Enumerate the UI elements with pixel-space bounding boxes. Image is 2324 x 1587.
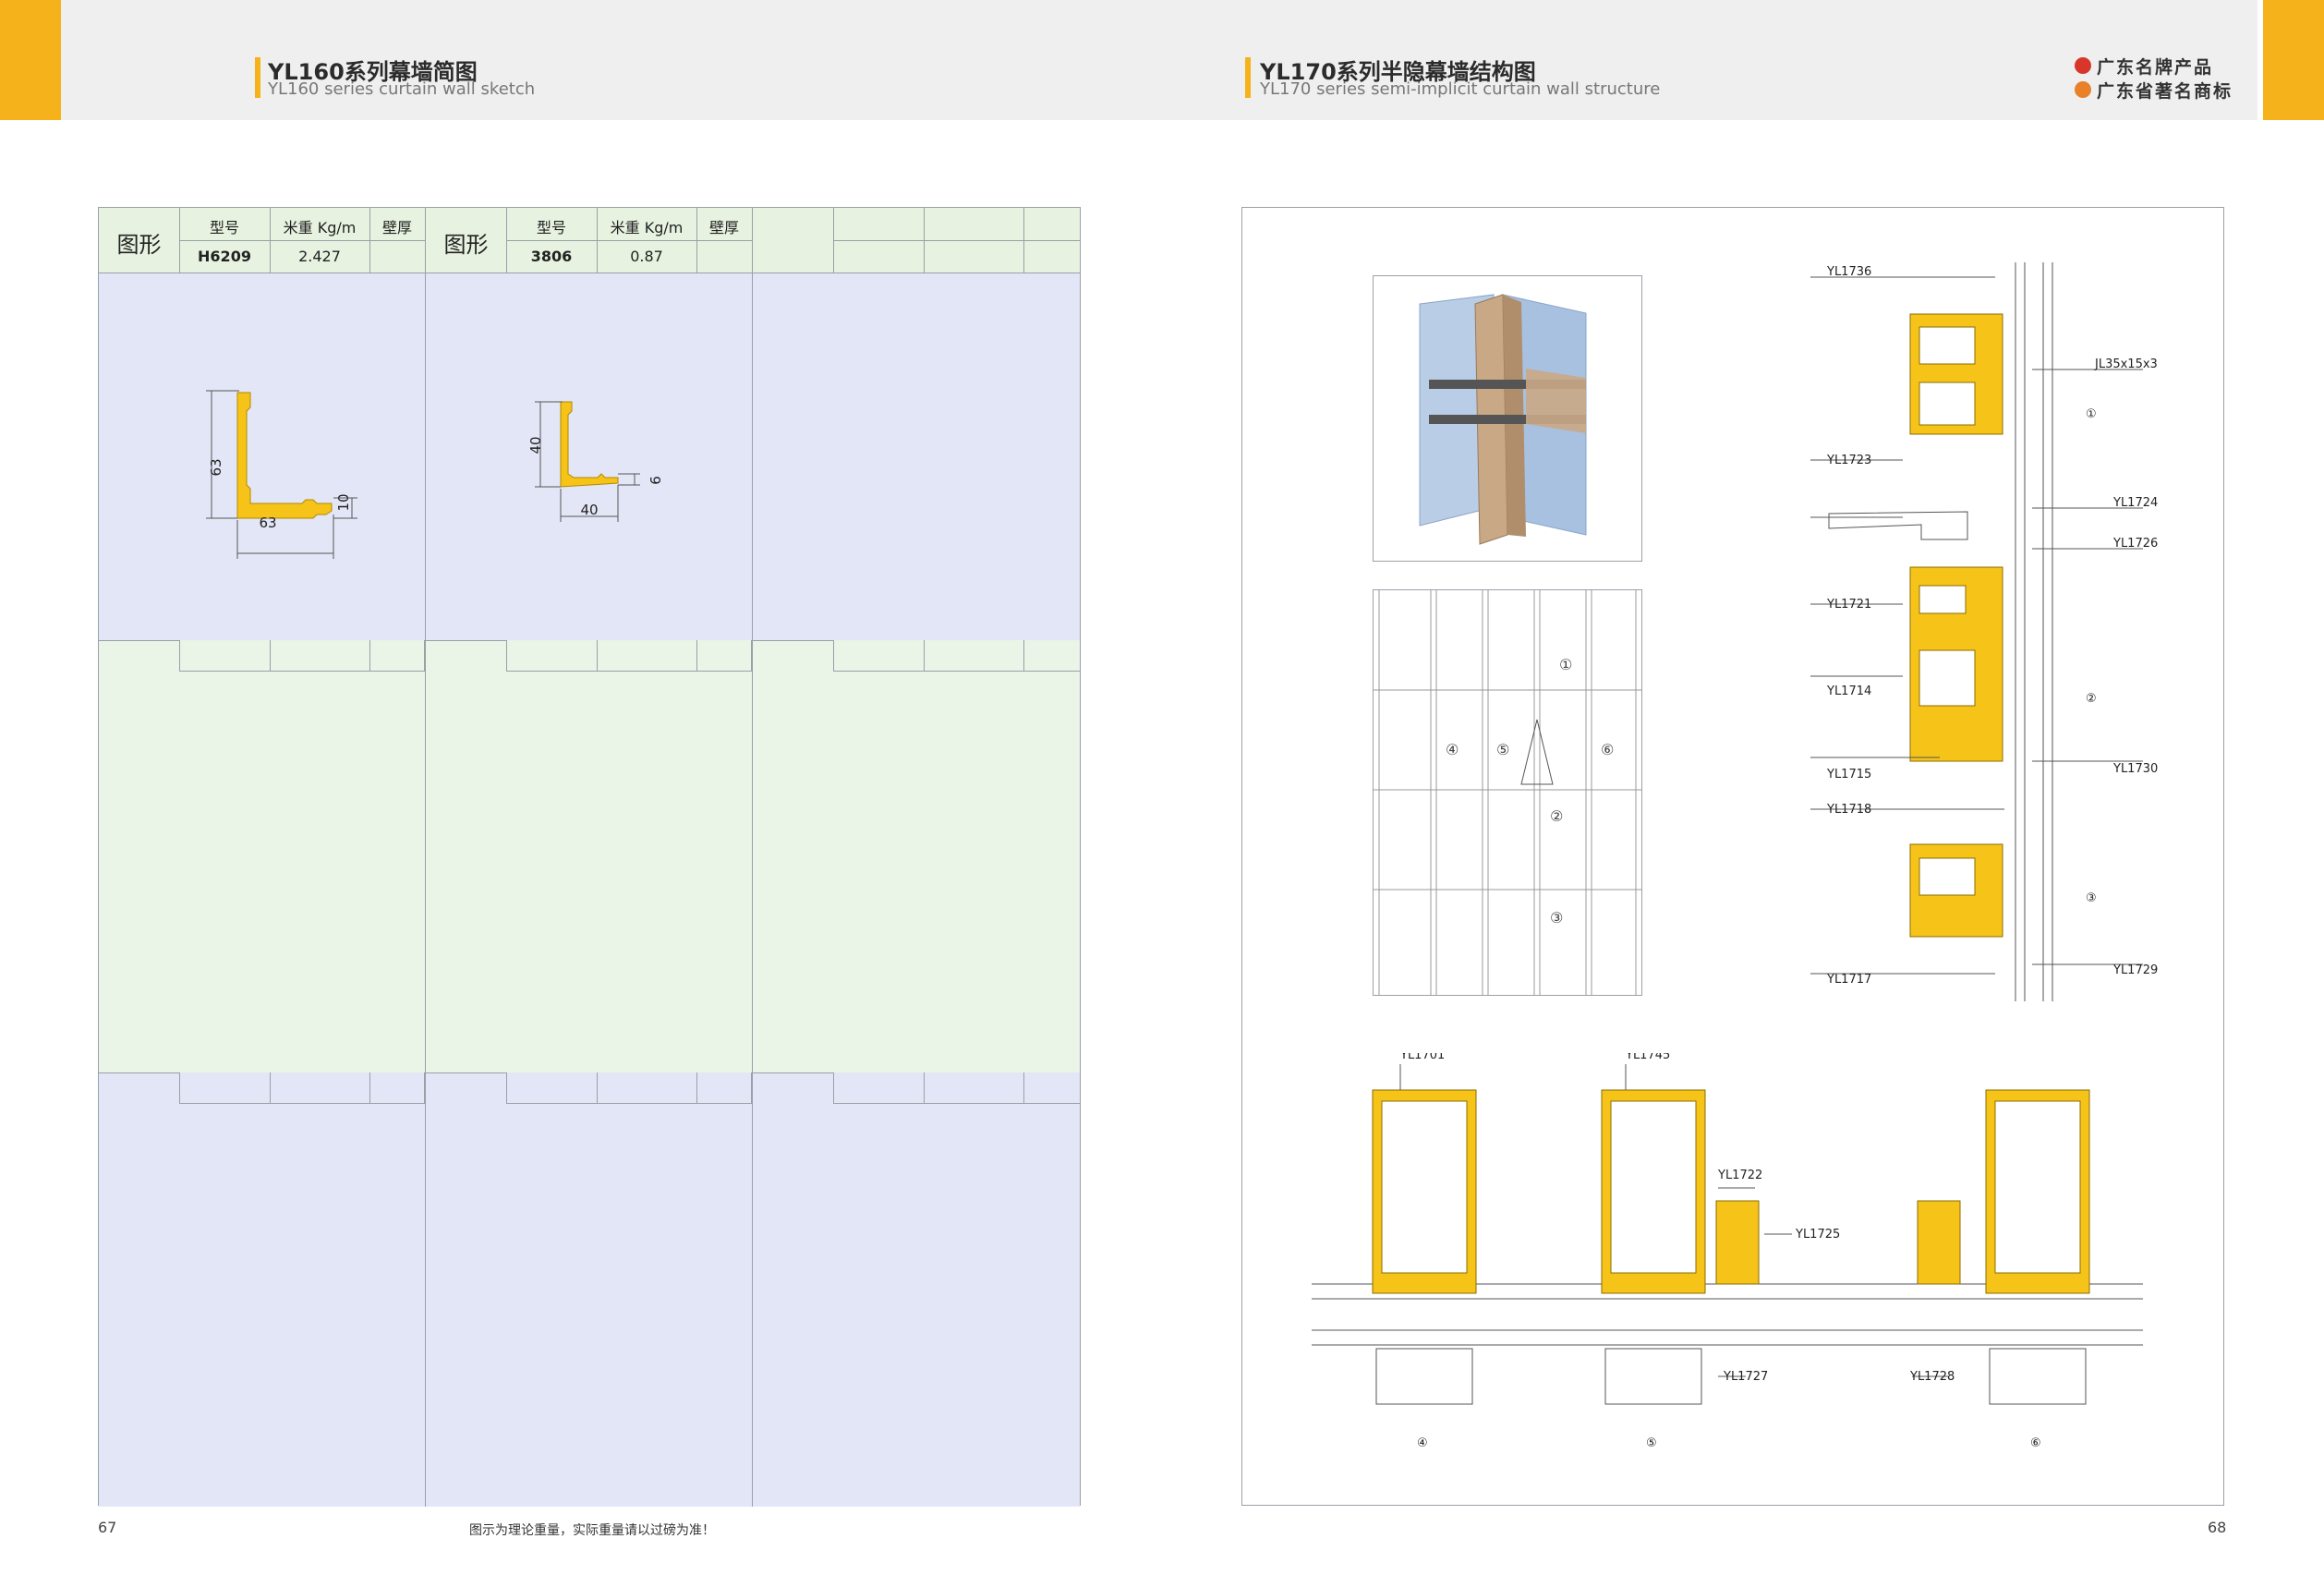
curtain-wall-3d-photo: [1373, 275, 1642, 562]
figure-label-1: 图形: [116, 232, 162, 258]
marker-2: ②: [2086, 692, 2097, 706]
badge-brand-product: 广东名牌产品: [2097, 57, 2214, 78]
col-thickness-1: 壁厚: [381, 219, 412, 236]
marker-3: ③: [2086, 891, 2097, 905]
label-yl1729: YL1729: [2112, 963, 2158, 977]
elev-marker-2: ②: [1550, 807, 1564, 825]
profile-3806-drawing: [535, 401, 640, 522]
figure-label-2: 图形: [443, 232, 489, 258]
vertical-section-labels: YL1736 JL35x15x3 YL1723 YL1724 YL1726 YL…: [1826, 265, 2158, 987]
page-number-right: 68: [2208, 1519, 2227, 1536]
right-page-tab: [2263, 0, 2324, 120]
label-yl1721: YL1721: [1826, 598, 1871, 612]
left-subtitle: YL160 series curtain wall sketch: [268, 79, 536, 99]
weight-value-1: 2.427: [298, 248, 341, 265]
label-yl1724: YL1724: [2112, 496, 2158, 510]
label-yl1701: YL1701: [1399, 1053, 1445, 1062]
table-row-3: [99, 1072, 1080, 1507]
label-yl1722: YL1722: [1717, 1169, 1762, 1182]
label-yl1726: YL1726: [2112, 537, 2158, 551]
elev-marker-1: ①: [1559, 656, 1573, 673]
marker-6: ⑥: [2030, 1436, 2041, 1450]
label-yl1715: YL1715: [1826, 768, 1871, 781]
profile-table: 图形 型号 米重 Kg/m 壁厚 H6209 2.427 图形 型号 米重 Kg…: [98, 207, 1081, 1507]
label-yl1725: YL1725: [1795, 1228, 1840, 1242]
label-yl1736: YL1736: [1826, 265, 1871, 279]
elev-marker-3: ③: [1550, 909, 1564, 927]
weight-value-2: 0.87: [630, 248, 663, 265]
dim-c-2: 6: [648, 476, 664, 485]
dim-b-2: 40: [580, 502, 599, 518]
label-yl1714: YL1714: [1826, 684, 1871, 698]
catalog-spread: YL160系列幕墙简图 YL160 series curtain wall sk…: [0, 0, 2324, 1587]
marker-5: ⑤: [1646, 1436, 1657, 1450]
col-weight-1: 米重 Kg/m: [283, 219, 357, 236]
badge-famous-trademark: 广东省著名商标: [2097, 81, 2233, 102]
model-value-1: H6209: [198, 248, 251, 265]
label-yl1730: YL1730: [2112, 762, 2158, 776]
label-yl1728: YL1728: [1909, 1370, 1955, 1384]
right-title-accent: [1245, 57, 1251, 98]
right-subtitle: YL170 series semi-implicit curtain wall …: [1260, 79, 1661, 99]
profile-h6209-drawing: [206, 390, 357, 559]
label-yl1718: YL1718: [1826, 803, 1871, 817]
label-yl1723: YL1723: [1826, 454, 1871, 467]
famous-trademark-icon: [2075, 81, 2091, 98]
page-number-left: 67: [98, 1519, 117, 1536]
model-value-2: 3806: [530, 248, 573, 265]
horizontal-section-drawings: YL1701 YL1745 YL1722 YL1725 YL1727 YL172…: [1312, 1053, 2143, 1450]
dim-b-1: 63: [259, 515, 277, 531]
left-title-accent: [255, 57, 260, 98]
elev-marker-5: ⑤: [1496, 741, 1510, 758]
col-model-2: 型号: [536, 219, 566, 236]
col-thickness-2: 壁厚: [708, 219, 739, 236]
elev-marker-6: ⑥: [1601, 741, 1615, 758]
col-weight-2: 米重 Kg/m: [610, 219, 684, 236]
marker-1: ①: [2086, 407, 2097, 421]
dim-a-1: 63: [208, 458, 224, 477]
label-yl1745: YL1745: [1625, 1053, 1670, 1062]
elev-marker-4: ④: [1446, 741, 1459, 758]
weight-footnote: 图示为理论重量，实际重量请以过磅为准！: [469, 1523, 715, 1538]
marker-4: ④: [1417, 1436, 1428, 1450]
label-yl1717: YL1717: [1826, 973, 1871, 987]
label-jl35: JL35x15x3: [2094, 357, 2158, 371]
elevation-sketch: [1373, 589, 1642, 996]
table-row-2: [99, 640, 1080, 1072]
col-model-1: 型号: [209, 219, 239, 236]
left-page-tab: [0, 0, 61, 120]
label-yl1727: YL1727: [1723, 1370, 1768, 1384]
dim-a-2: 40: [527, 436, 544, 454]
dim-c-1: 10: [335, 493, 352, 512]
brand-product-icon: [2075, 57, 2091, 74]
